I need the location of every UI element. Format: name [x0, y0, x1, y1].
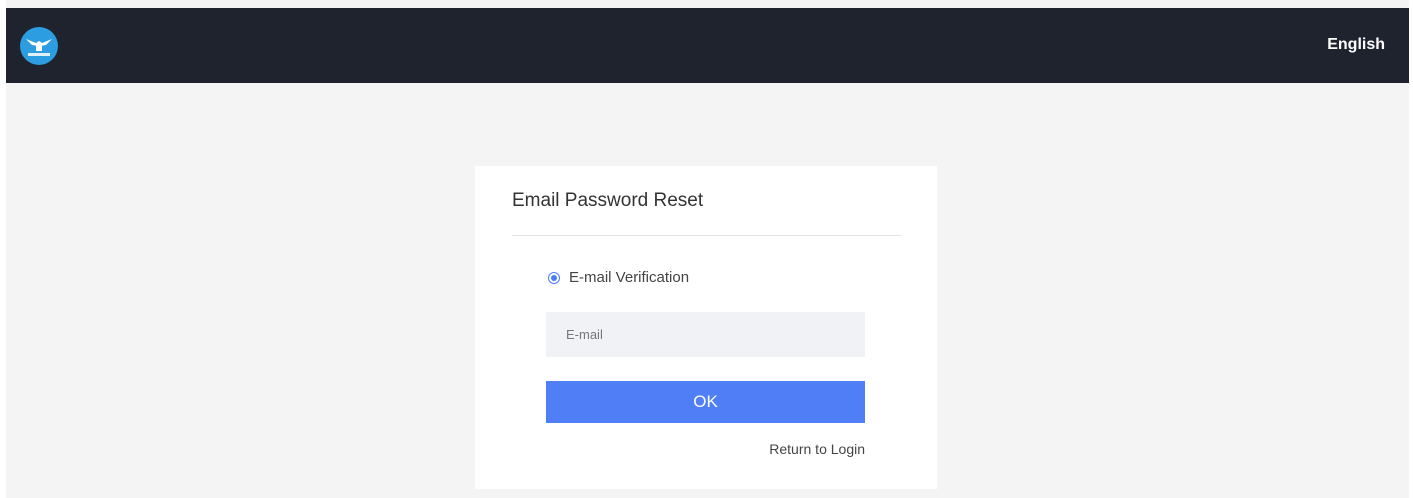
- return-to-login-link[interactable]: Return to Login: [769, 441, 865, 457]
- logo-icon[interactable]: [20, 27, 58, 65]
- ok-button[interactable]: OK: [546, 381, 865, 423]
- email-input[interactable]: [546, 312, 865, 357]
- radio-selected-icon[interactable]: [548, 271, 560, 284]
- top-navigation-bar: English: [6, 8, 1409, 83]
- language-selector[interactable]: English: [1327, 36, 1385, 54]
- card-title: Email Password Reset: [512, 190, 704, 211]
- title-divider: [512, 235, 901, 236]
- email-verification-option[interactable]: E-mail Verification: [548, 269, 689, 286]
- page-background: English Email Password Reset E-mail Veri…: [6, 0, 1409, 498]
- password-reset-card: Email Password Reset E-mail Verification…: [475, 166, 937, 489]
- email-verification-label: E-mail Verification: [569, 269, 690, 286]
